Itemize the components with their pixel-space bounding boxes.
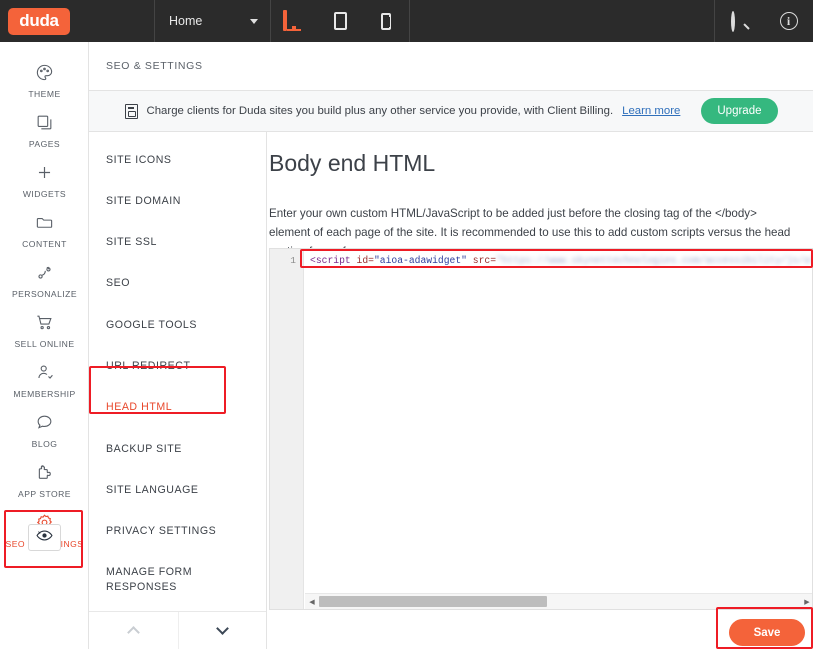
cart-icon [35, 311, 54, 334]
breadcrumb: SEO & SETTINGS [106, 60, 203, 72]
save-button[interactable]: Save [729, 619, 805, 646]
code-token-attr-id: id= [350, 255, 374, 266]
sidebar-item-membership[interactable]: MEMBERSHIP [0, 355, 89, 405]
puzzle-icon [35, 461, 54, 484]
scroll-right-arrow-icon[interactable]: ▶ [800, 594, 812, 610]
settings-nav-item-privacy-settings[interactable]: PRIVACY SETTINGS [89, 511, 266, 552]
settings-nav-item-google-tools[interactable]: GOOGLE TOOLS [89, 304, 266, 345]
tablet-icon [333, 12, 347, 30]
learn-more-link[interactable]: Learn more [622, 105, 680, 117]
sidebar-item-label: PERSONALIZE [11, 289, 78, 299]
sidebar-item-label: CONTENT [22, 239, 67, 249]
code-token-tag: <script [310, 255, 351, 266]
promo-text: Charge clients for Duda sites you build … [146, 105, 614, 117]
user-icon [35, 361, 54, 384]
scrollbar-thumb[interactable] [319, 595, 547, 607]
sidebar-item-pages[interactable]: PAGES [0, 105, 89, 155]
settings-nav-item-site-ssl[interactable]: SITE SSL [89, 222, 266, 263]
code-editor[interactable]: 1 <script id="aioa-adawidget" src="https… [269, 248, 813, 610]
scroll-up-button[interactable] [89, 612, 178, 649]
breadcrumb-bar: SEO & SETTINGS [89, 42, 813, 91]
sidebar-item-theme[interactable]: THEME [0, 55, 89, 105]
device-tablet-button[interactable] [317, 0, 363, 42]
sidebar-item-label: APP STORE [18, 489, 71, 499]
editor-gutter: 1 [270, 249, 304, 609]
sidebar-item-content[interactable]: CONTENT [0, 205, 89, 255]
settings-nav-panel: SITE ICONS SITE DOMAIN SITE SSL SEO GOOG… [89, 132, 267, 649]
settings-nav-item-site-domain[interactable]: SITE DOMAIN [89, 180, 266, 221]
chevron-down-icon [250, 18, 258, 24]
code-token-value-id: "aioa-adawidget" [373, 255, 467, 266]
sidebar-item-label: SELL ONLINE [14, 339, 75, 349]
settings-nav-item-site-icons[interactable]: SITE ICONS [89, 139, 266, 180]
sidebar-item-app-store[interactable]: APP STORE [0, 455, 89, 505]
sidebar-item-blog[interactable]: BLOG [0, 405, 89, 455]
sidebar-item-label: MEMBERSHIP [13, 389, 76, 399]
editor-code-area[interactable]: <script id="aioa-adawidget" src="https:/… [305, 249, 813, 589]
chevron-down-icon [216, 622, 230, 635]
chevron-up-icon [126, 626, 140, 639]
page-selector[interactable]: Home [155, 0, 270, 42]
palette-icon [35, 61, 54, 84]
info-circle-icon: i [779, 12, 798, 30]
settings-nav-item-seo[interactable]: SEO [89, 263, 266, 304]
device-toggle-group [271, 0, 409, 42]
search-button[interactable] [715, 0, 764, 42]
top-bar: duda Home i [0, 0, 813, 42]
monitor-icon [283, 10, 305, 31]
sidebar-item-sell-online[interactable]: SELL ONLINE [0, 305, 89, 355]
settings-nav-item-url-redirect[interactable]: URL REDIRECT [89, 345, 266, 386]
device-mobile-button[interactable] [363, 0, 409, 42]
settings-nav-pager [89, 611, 267, 649]
editor-horizontal-scrollbar[interactable]: ◀ ▶ [305, 593, 812, 610]
folder-icon [35, 211, 54, 234]
promo-banner: Charge clients for Duda sites you build … [89, 91, 813, 132]
code-line-1[interactable]: <script id="aioa-adawidget" src="https:/… [305, 254, 813, 268]
scroll-left-arrow-icon[interactable]: ◀ [305, 594, 319, 610]
pages-icon [35, 111, 54, 134]
left-rail-nav: THEME PAGES WIDGETS CONTENT PERSONALIZE … [0, 42, 89, 649]
upgrade-button[interactable]: Upgrade [701, 98, 778, 124]
device-desktop-button[interactable] [271, 0, 317, 42]
sidebar-item-label: BLOG [31, 439, 58, 449]
main-content-panel: Body end HTML Enter your own custom HTML… [267, 132, 813, 649]
scroll-down-button[interactable] [177, 612, 267, 649]
sidebar-item-label: PAGES [28, 139, 61, 149]
code-token-value-src-redacted: "https://www.skynettechnologies.com/acce… [496, 255, 813, 266]
personalize-icon [35, 261, 54, 284]
sidebar-item-label: THEME [28, 89, 61, 99]
code-token-attr-src: src= [466, 255, 497, 266]
eye-preview-icon [36, 529, 53, 547]
scrollbar-track[interactable] [319, 594, 800, 610]
chat-bubble-icon [35, 411, 54, 434]
search-icon [731, 10, 750, 32]
settings-nav-item-head-html[interactable]: HEAD HTML [89, 387, 266, 428]
preview-site-button[interactable] [28, 524, 61, 551]
sidebar-item-personalize[interactable]: PERSONALIZE [0, 255, 89, 305]
settings-nav-item-site-language[interactable]: SITE LANGUAGE [89, 469, 266, 510]
duda-logo[interactable]: duda [8, 7, 70, 35]
plus-icon [35, 161, 54, 184]
sidebar-item-widgets[interactable]: WIDGETS [0, 155, 89, 205]
settings-nav-item-backup-site[interactable]: BACKUP SITE [89, 428, 266, 469]
client-billing-icon [124, 103, 138, 119]
duda-editor-window: duda Home i THEME PAGES WIDGETS CONTENT … [0, 0, 813, 649]
sidebar-item-label: WIDGETS [22, 189, 67, 199]
top-bar-spacer [410, 0, 714, 42]
help-info-button[interactable]: i [764, 0, 813, 42]
line-number: 1 [290, 255, 296, 266]
page-selector-value: Home [169, 14, 203, 28]
page-title: Body end HTML [269, 150, 436, 176]
settings-nav-list: SITE ICONS SITE DOMAIN SITE SSL SEO GOOG… [89, 132, 266, 649]
settings-nav-item-manage-form-responses[interactable]: MANAGE FORM RESPONSES [89, 552, 199, 608]
phone-icon [381, 12, 391, 30]
